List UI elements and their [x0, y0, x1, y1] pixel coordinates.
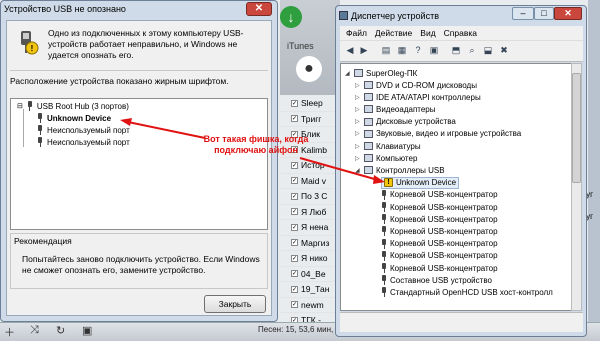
annotation-text: Вот такая фишка, когда подключаю айфон: [203, 134, 309, 155]
annotation-arrow: [120, 118, 385, 184]
